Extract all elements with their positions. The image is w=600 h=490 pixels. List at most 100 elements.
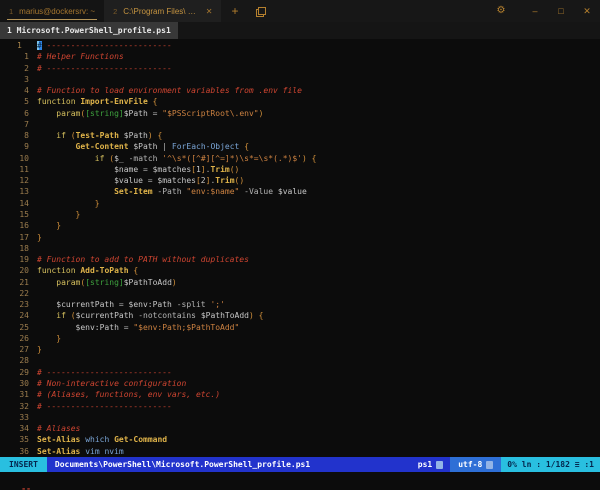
code-text: param([string]$Path = "$PSScriptRoot\.en… <box>29 108 263 119</box>
code-line[interactable]: 7 <box>0 119 600 130</box>
code-line[interactable]: 33 <box>0 412 600 423</box>
code-line[interactable]: 15 } <box>0 209 600 220</box>
code-token: # Helper Functions <box>37 52 124 61</box>
line-number: 1 <box>0 51 29 62</box>
code-token: = <box>114 300 128 309</box>
code-line[interactable]: 19# Function to add to PATH without dupl… <box>0 254 600 265</box>
code-token: # -------------------------- <box>37 368 172 377</box>
settings-icon[interactable]: ⚙ <box>488 0 514 22</box>
code-token: -Value <box>244 187 273 196</box>
vim-tabline: 1 Microsoft.PowerShell_profile.ps1 <box>0 22 600 39</box>
code-line[interactable]: 9 Get-Content $Path | ForEach-Object { <box>0 141 600 152</box>
code-line[interactable]: 14 } <box>0 198 600 209</box>
line-number: 34 <box>0 423 29 434</box>
code-line[interactable]: 25 $env:Path = "$env:Path;$PathToAdd" <box>0 322 600 333</box>
maximize-button[interactable]: □ <box>548 0 574 22</box>
tab-title: marius@dockersrv: ~ <box>19 7 95 16</box>
code-line[interactable]: 16 } <box>0 220 600 231</box>
tab-title: C:\Program Files\ … <box>123 7 195 16</box>
code-line[interactable]: 34# Aliases <box>0 423 600 434</box>
code-line[interactable]: 21 param([string]$PathToAdd) <box>0 277 600 288</box>
close-button[interactable]: ✕ <box>574 0 600 22</box>
filetype-label: ps1 <box>418 460 432 469</box>
statusline-spacer <box>318 457 411 472</box>
code-line[interactable]: 31# (Aliases, functions, env vars, etc.) <box>0 389 600 400</box>
code-text: # Function to load environment variables… <box>29 85 302 96</box>
code-line[interactable]: 1# -------------------------- <box>0 40 600 51</box>
code-text: function Add-ToPath { <box>29 265 138 276</box>
code-line[interactable]: 24 if ($currentPath -notcontains $PathTo… <box>0 310 600 321</box>
line-number: 5 <box>0 96 29 107</box>
code-line[interactable]: 5function Import-EnvFile { <box>0 96 600 107</box>
code-text: Set-Alias vim nvim <box>29 446 124 457</box>
line-number: 29 <box>0 367 29 378</box>
tab-close-icon[interactable]: ✕ <box>206 7 213 16</box>
code-line[interactable]: 20function Add-ToPath { <box>0 265 600 276</box>
code-line[interactable]: 26 } <box>0 333 600 344</box>
code-line[interactable]: 11 $name = $matches[1].Trim() <box>0 164 600 175</box>
code-line[interactable]: 23 $currentPath = $env:Path -split ';' <box>0 299 600 310</box>
terminal-tab-2[interactable]: 2 C:\Program Files\ … ✕ <box>104 0 221 22</box>
code-line[interactable]: 36Set-Alias vim nvim <box>0 446 600 457</box>
code-token: } <box>56 334 61 343</box>
line-number: 10 <box>0 153 29 164</box>
code-line[interactable]: 27} <box>0 344 600 355</box>
code-token: -------------------------- <box>42 41 172 50</box>
code-token: { <box>312 154 317 163</box>
new-tab-button[interactable]: + <box>221 0 248 22</box>
code-line[interactable]: 29 # -------------------------- <box>0 367 600 378</box>
code-text <box>29 119 37 130</box>
code-token: [string] <box>85 278 124 287</box>
code-line[interactable]: 10 if ($_ -match '^\s*([^#][^=]*)\s*=\s*… <box>0 153 600 164</box>
code-token: if <box>56 131 66 140</box>
code-token: = <box>148 109 162 118</box>
code-token <box>37 323 76 332</box>
code-text: # -------------------------- <box>29 63 172 74</box>
code-text <box>29 74 37 85</box>
terminal-window: 1 marius@dockersrv: ~ 2 C:\Program Files… <box>0 0 600 490</box>
code-line[interactable]: 4# Function to load environment variable… <box>0 85 600 96</box>
line-number: 16 <box>0 220 29 231</box>
code-line[interactable]: 6 param([string]$Path = "$PSScriptRoot\.… <box>0 108 600 119</box>
code-line[interactable]: 18 <box>0 243 600 254</box>
filetype-indicator: ps1 <box>411 457 450 472</box>
code-token: param <box>56 278 80 287</box>
code-line[interactable]: 8 if (Test-Path $Path) { <box>0 130 600 141</box>
vim-buffer-tab[interactable]: 1 Microsoft.PowerShell_profile.ps1 <box>0 22 178 39</box>
code-token: Set-Item <box>114 187 153 196</box>
code-line[interactable]: 12 $value = $matches[2].Trim() <box>0 175 600 186</box>
code-line[interactable]: 28 <box>0 355 600 366</box>
code-token <box>37 278 56 287</box>
code-text <box>29 243 37 254</box>
code-text: } <box>29 344 42 355</box>
code-line[interactable]: 32# -------------------------- <box>0 401 600 412</box>
code-token: -Path <box>157 187 181 196</box>
tab-dropdown-button[interactable] <box>248 0 272 22</box>
code-line[interactable]: 13 Set-Item -Path "env:$name" -Value $va… <box>0 186 600 197</box>
cursor-position: 0% ln : 1/182 ≡ :1 <box>501 457 600 472</box>
line-number: 31 <box>0 389 29 400</box>
code-line[interactable]: 30# Non-interactive configuration <box>0 378 600 389</box>
encoding-indicator: utf-8 <box>450 457 501 472</box>
minimize-button[interactable]: – <box>522 0 548 22</box>
code-token: $matches <box>153 165 192 174</box>
code-token: if <box>95 154 105 163</box>
terminal-tab-1[interactable]: 1 marius@dockersrv: ~ <box>0 0 104 22</box>
line-number: 2 <box>0 63 29 74</box>
code-line[interactable]: 17} <box>0 232 600 243</box>
code-line[interactable]: 22 <box>0 288 600 299</box>
code-token: $Path <box>124 131 148 140</box>
editor-area[interactable]: 1# --------------------------1 # Helper F… <box>0 39 600 457</box>
code-line[interactable]: 1 # Helper Functions <box>0 51 600 62</box>
mode-badge: INSERT <box>0 457 47 472</box>
code-token: = <box>143 176 157 185</box>
code-text: $name = $matches[1].Trim() <box>29 164 239 175</box>
code-token: () <box>230 165 240 174</box>
line-number: 36 <box>0 446 29 457</box>
code-text <box>29 288 37 299</box>
code-line[interactable]: 3 <box>0 74 600 85</box>
code-text: } <box>29 209 80 220</box>
line-number: 22 <box>0 288 29 299</box>
code-line[interactable]: 35Set-Alias which Get-Command <box>0 434 600 445</box>
code-line[interactable]: 2# -------------------------- <box>0 63 600 74</box>
